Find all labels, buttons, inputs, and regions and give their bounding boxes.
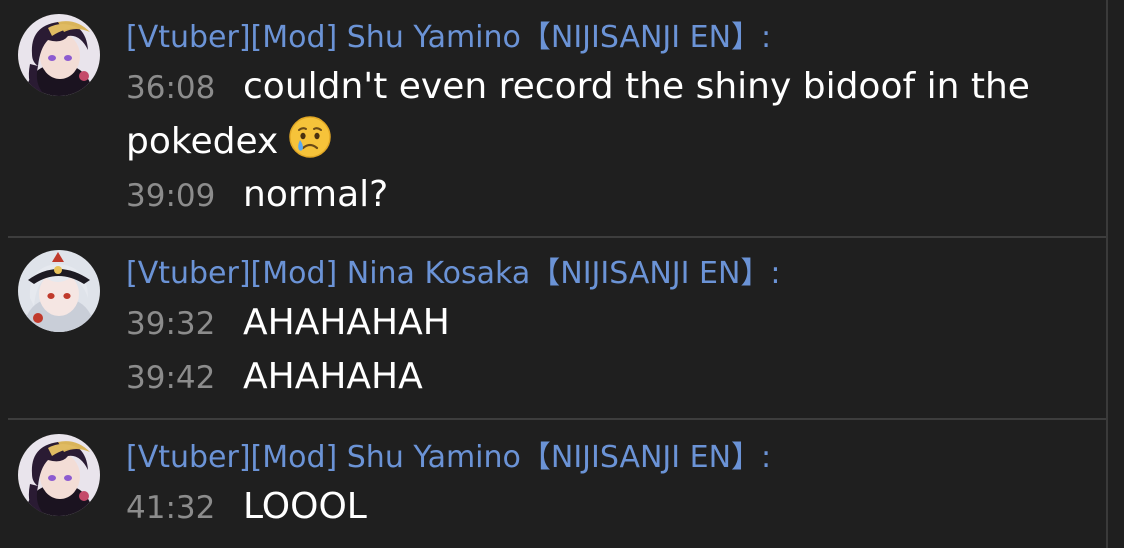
timestamp[interactable]: 39:09 — [126, 169, 243, 223]
shu-yamino-avatar[interactable] — [18, 434, 100, 516]
timestamp[interactable]: 39:42 — [126, 351, 243, 405]
timestamp[interactable]: 39:32 — [126, 297, 243, 351]
message-text: AHAHAHAH — [243, 302, 450, 343]
timestamp[interactable]: 41:32 — [126, 481, 243, 535]
timestamp[interactable]: 36:08 — [126, 61, 243, 115]
nina-kosaka-avatar[interactable] — [18, 250, 100, 332]
shu-yamino-avatar[interactable] — [18, 14, 100, 96]
chat-message: [Vtuber][Mod] Nina Kosaka【NIJISANJI EN】:… — [0, 238, 1106, 418]
message-line: 39:09 normal? — [126, 168, 1086, 223]
message-line: 41:32 LOOOL — [126, 480, 1086, 535]
message-line: 36:08 couldn't even record the shiny bido… — [126, 60, 1086, 175]
message-text: AHAHAHA — [243, 356, 423, 397]
author-name[interactable]: [Vtuber][Mod] Shu Yamino【NIJISANJI EN】: — [126, 440, 771, 476]
author-name[interactable]: [Vtuber][Mod] Nina Kosaka【NIJISANJI EN】: — [126, 256, 781, 292]
chat-replay-list: [Vtuber][Mod] Shu Yamino【NIJISANJI EN】: … — [0, 0, 1108, 548]
crying-face-icon — [288, 115, 332, 175]
message-line: 39:42 AHAHAHA — [126, 350, 1086, 405]
message-text: couldn't even record the shiny bidoof in… — [126, 66, 1030, 162]
chat-message: [Vtuber][Mod] Shu Yamino【NIJISANJI EN】: … — [0, 420, 1106, 548]
chat-message: [Vtuber][Mod] Shu Yamino【NIJISANJI EN】: … — [0, 0, 1106, 236]
author-name[interactable]: [Vtuber][Mod] Shu Yamino【NIJISANJI EN】: — [126, 20, 771, 56]
message-line: 39:32 AHAHAHAH — [126, 296, 1086, 351]
message-text: LOOOL — [243, 486, 367, 527]
message-text: normal? — [243, 174, 389, 215]
